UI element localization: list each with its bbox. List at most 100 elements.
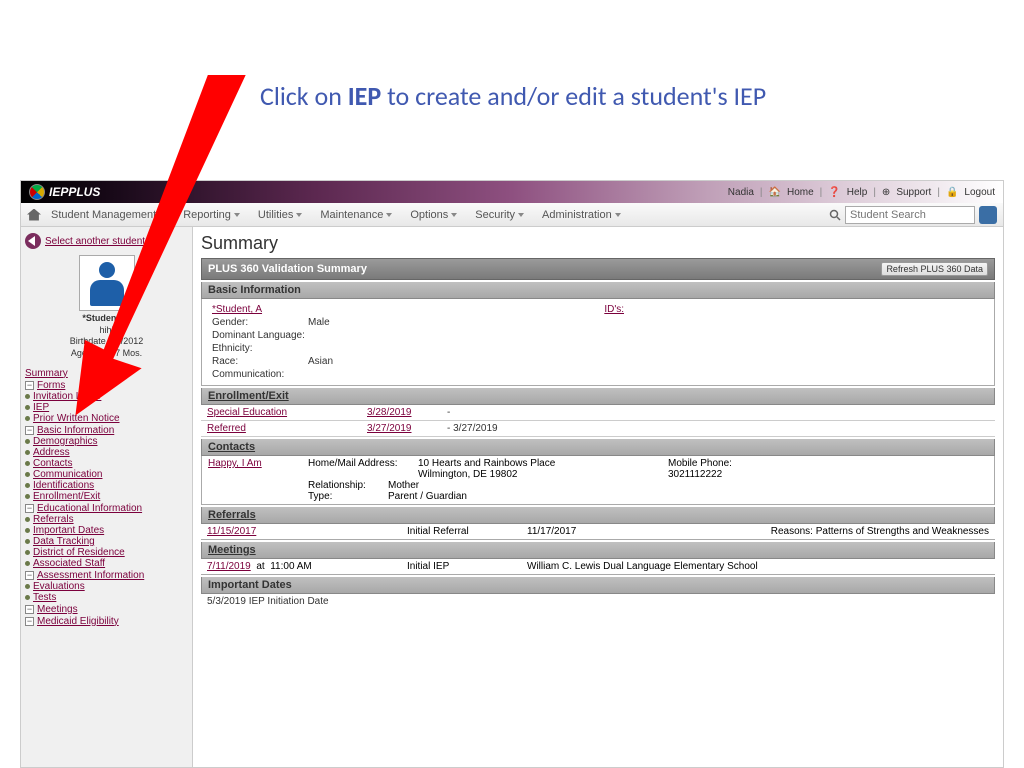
menu-reporting[interactable]: Reporting [175,205,248,225]
table-row: Special Education3/28/2019- [201,405,995,421]
page-title: Summary [201,231,995,258]
referred-link[interactable]: Referred [207,423,246,434]
referral-date-link[interactable]: 11/15/2017 [207,526,256,537]
user-lookup-icon[interactable] [979,206,997,224]
phone-value: 3021112222 [668,469,722,480]
tree-forms[interactable]: Forms [37,380,65,391]
ethnicity-label: Ethnicity: [208,343,308,354]
menu-options[interactable]: Options [402,205,465,225]
tree-basic-info[interactable]: Basic Information [37,425,114,436]
bullet-icon [25,494,30,499]
tree-iep[interactable]: IEP [33,402,49,413]
search-input[interactable] [845,206,975,224]
tree-demographics[interactable]: Demographics [33,436,97,447]
logout-link[interactable]: Logout [964,187,995,198]
address-label: Home/Mail Address: [308,458,418,480]
tree-important-dates[interactable]: Important Dates [33,525,104,536]
student-birthdate: Birthdate 1/1/2012 [25,336,188,348]
enroll-date-2[interactable]: 3/27/2019 [367,423,412,434]
referrals-header-link[interactable]: Referrals [208,509,256,521]
chevron-down-icon [451,213,457,217]
home-icon: 🏠 [769,187,781,198]
referral-kind: Initial Referral [407,526,527,537]
enroll-date-1[interactable]: 3/28/2019 [367,407,412,418]
menu-maintenance[interactable]: Maintenance [312,205,400,225]
contacts-header: Contacts [201,439,995,456]
logo: IEPPLUS [29,184,100,200]
race-label: Race: [208,356,308,367]
menu-administration[interactable]: Administration [534,205,629,225]
chevron-down-icon [615,213,621,217]
logo-text: IEPPLUS [49,185,100,199]
collapse-icon[interactable]: − [25,426,34,435]
collapse-icon[interactable]: − [25,605,34,614]
student-link[interactable]: *Student, A [212,304,262,315]
logo-icon [29,184,45,200]
tree-evaluations[interactable]: Evaluations [33,581,85,592]
bullet-icon [25,561,30,566]
bullet-icon [25,539,30,544]
bullet-icon [25,528,30,533]
address-line1: 10 Hearts and Rainbows Place [418,458,618,469]
tree-address[interactable]: Address [33,447,70,458]
address-line2: Wilmington, DE 19802 [418,469,618,480]
tree-data-tracking[interactable]: Data Tracking [33,536,95,547]
type-label: Type: [308,491,388,502]
menu-home-icon[interactable] [27,209,41,221]
contacts-header-link[interactable]: Contacts [208,441,255,453]
tree-prior-written-notice[interactable]: Prior Written Notice [33,413,120,424]
help-link[interactable]: Help [847,187,868,198]
refresh-button[interactable]: Refresh PLUS 360 Data [881,262,988,276]
collapse-icon[interactable]: − [25,504,34,513]
tree-educational-info[interactable]: Educational Information [37,503,142,514]
tree-summary[interactable]: Summary [25,368,68,379]
meetings-header-link[interactable]: Meetings [208,544,256,556]
communication-value [308,369,488,380]
language-value [308,330,488,341]
tree-tests[interactable]: Tests [33,592,56,603]
menu-security[interactable]: Security [467,205,532,225]
home-link[interactable]: Home [787,187,814,198]
tree-referrals[interactable]: Referrals [33,514,74,525]
menu-student-mgmt[interactable]: Student Management [43,205,173,225]
table-row: Referred3/27/2019- 3/27/2019 [201,421,995,437]
select-another-student-link[interactable]: Select another student [45,236,145,247]
back-link-wrap: Select another student [25,233,188,249]
tree-medicaid[interactable]: Medicaid Eligibility [37,616,119,627]
student-avatar [79,255,135,311]
app-window: IEPPLUS Nadia | 🏠Home | ❓Help | ⊕Support… [20,180,1004,768]
meeting-time: 11:00 AM [270,561,312,572]
tree-district-residence[interactable]: District of Residence [33,547,125,558]
tree-enrollment-exit[interactable]: Enrollment/Exit [33,491,100,502]
tree-identifications[interactable]: Identifications [33,480,94,491]
tree-assessment-info[interactable]: Assessment Information [37,570,144,581]
contact-name-link[interactable]: Happy, I Am [208,458,262,469]
back-icon[interactable] [25,233,41,249]
collapse-icon[interactable]: − [25,617,34,626]
special-ed-link[interactable]: Special Education [207,407,287,418]
tree-meetings[interactable]: Meetings [37,604,78,615]
meeting-location: William C. Lewis Dual Language Elementar… [527,561,758,572]
enrollment-header-link[interactable]: Enrollment/Exit [208,390,289,402]
chevron-down-icon [234,213,240,217]
bullet-icon [25,550,30,555]
student-card: *Student, A hihi Birthdate 1/1/2012 Age … [25,255,188,360]
ids-link[interactable]: ID's: [604,304,624,315]
support-link[interactable]: Support [896,187,931,198]
collapse-icon[interactable]: − [25,571,34,580]
tree-communication[interactable]: Communication [33,469,102,480]
student-name: *Student, A [82,313,130,323]
tree-contacts[interactable]: Contacts [33,458,72,469]
reasons-value: Patterns of Strengths and Weaknesses [816,526,989,537]
sidebar: Select another student *Student, A hihi … [21,227,193,767]
tree-associated-staff[interactable]: Associated Staff [33,558,105,569]
tree-invitation-letter[interactable]: Invitation Letter [33,391,101,402]
collapse-icon[interactable]: − [25,381,34,390]
instruction-text: Click on IEP to create and/or edit a stu… [260,80,766,112]
student-age: Age 7 Yrs. 7 Mos. [25,348,188,360]
menu-utilities[interactable]: Utilities [250,205,310,225]
basic-info-panel: *Student, A ID's: Gender:Male Dominant L… [201,299,995,386]
enrollment-table: Special Education3/28/2019- Referred3/27… [201,405,995,437]
menubar: Student Management Reporting Utilities M… [21,203,1003,227]
meeting-date-link[interactable]: 7/11/2019 [207,561,251,572]
